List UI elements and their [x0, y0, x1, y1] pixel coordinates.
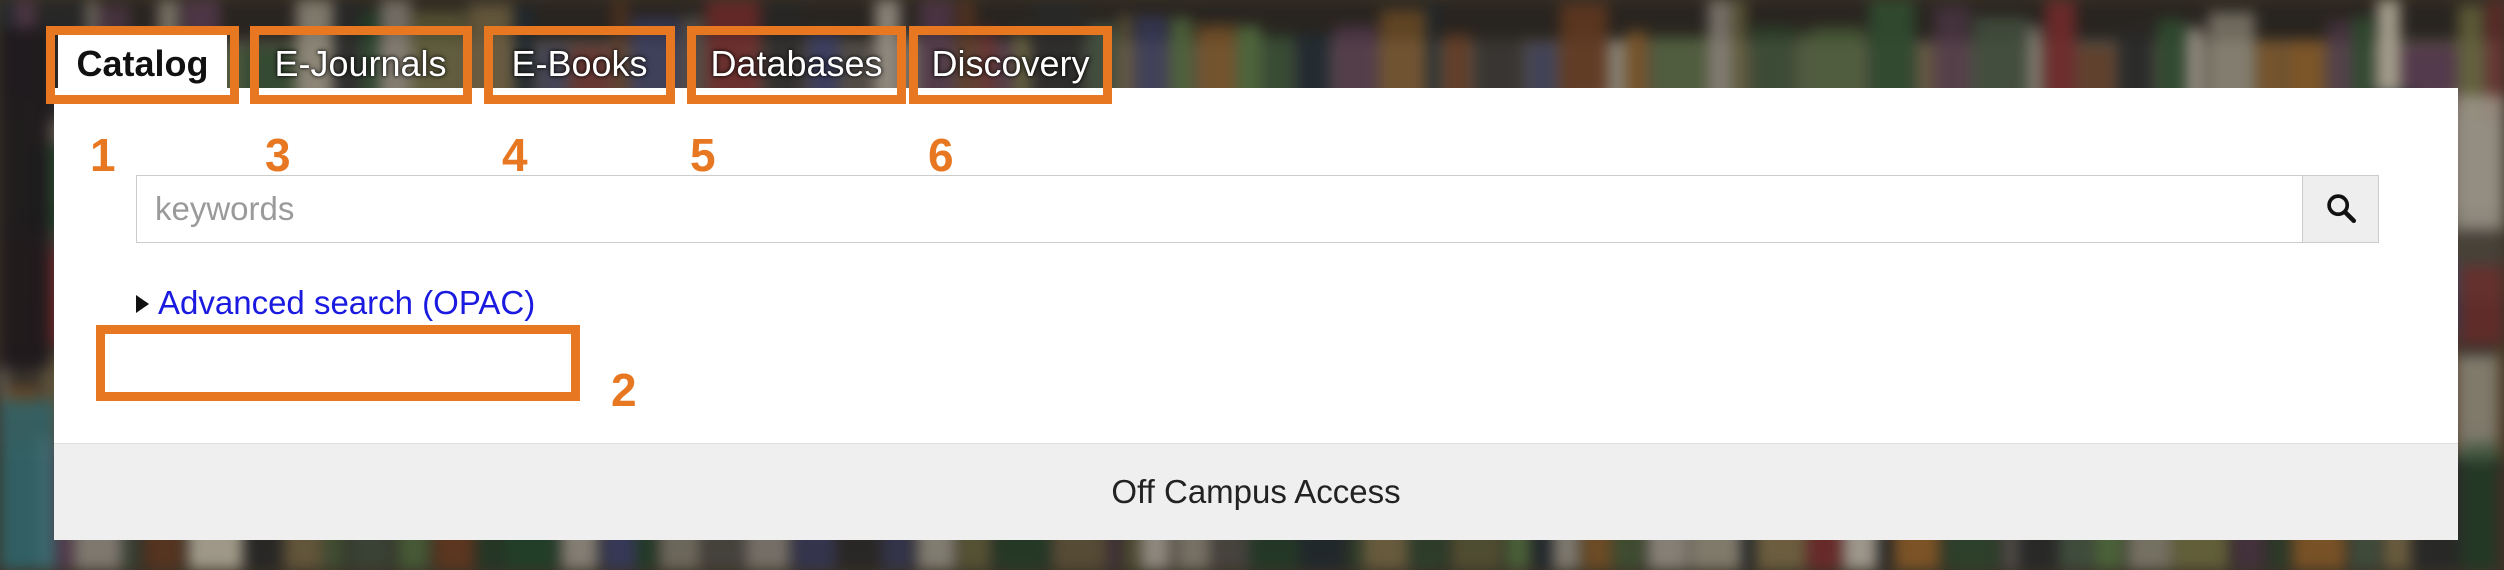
- tab-e-books-label: E-Books: [511, 43, 648, 84]
- search-input[interactable]: [136, 175, 2303, 243]
- tab-discovery-label: Discovery: [931, 43, 1090, 84]
- tab-databases-label: Databases: [710, 43, 883, 84]
- tab-discovery[interactable]: Discovery: [919, 28, 1102, 100]
- tab-catalog-label: Catalog: [76, 43, 209, 84]
- off-campus-access-label: Off Campus Access: [1111, 473, 1401, 510]
- advanced-search-label: Advanced search (OPAC): [158, 284, 536, 321]
- tab-e-journals-label: E-Journals: [274, 43, 447, 84]
- search-widget-panel: Advanced search (OPAC) Off Campus Access: [54, 88, 2458, 540]
- tab-catalog[interactable]: Catalog: [58, 28, 227, 100]
- tab-e-books[interactable]: E-Books: [494, 28, 665, 100]
- tab-e-journals[interactable]: E-Journals: [259, 28, 462, 100]
- triangle-right-icon: [136, 295, 149, 313]
- advanced-search-link[interactable]: Advanced search (OPAC): [136, 284, 535, 322]
- off-campus-access-button[interactable]: Off Campus Access: [54, 443, 2458, 540]
- tab-databases[interactable]: Databases: [697, 28, 896, 100]
- search-icon: [2324, 191, 2358, 228]
- search-panel-body: Advanced search (OPAC): [54, 88, 2458, 443]
- search-button[interactable]: [2303, 175, 2379, 243]
- search-row: [136, 175, 2379, 243]
